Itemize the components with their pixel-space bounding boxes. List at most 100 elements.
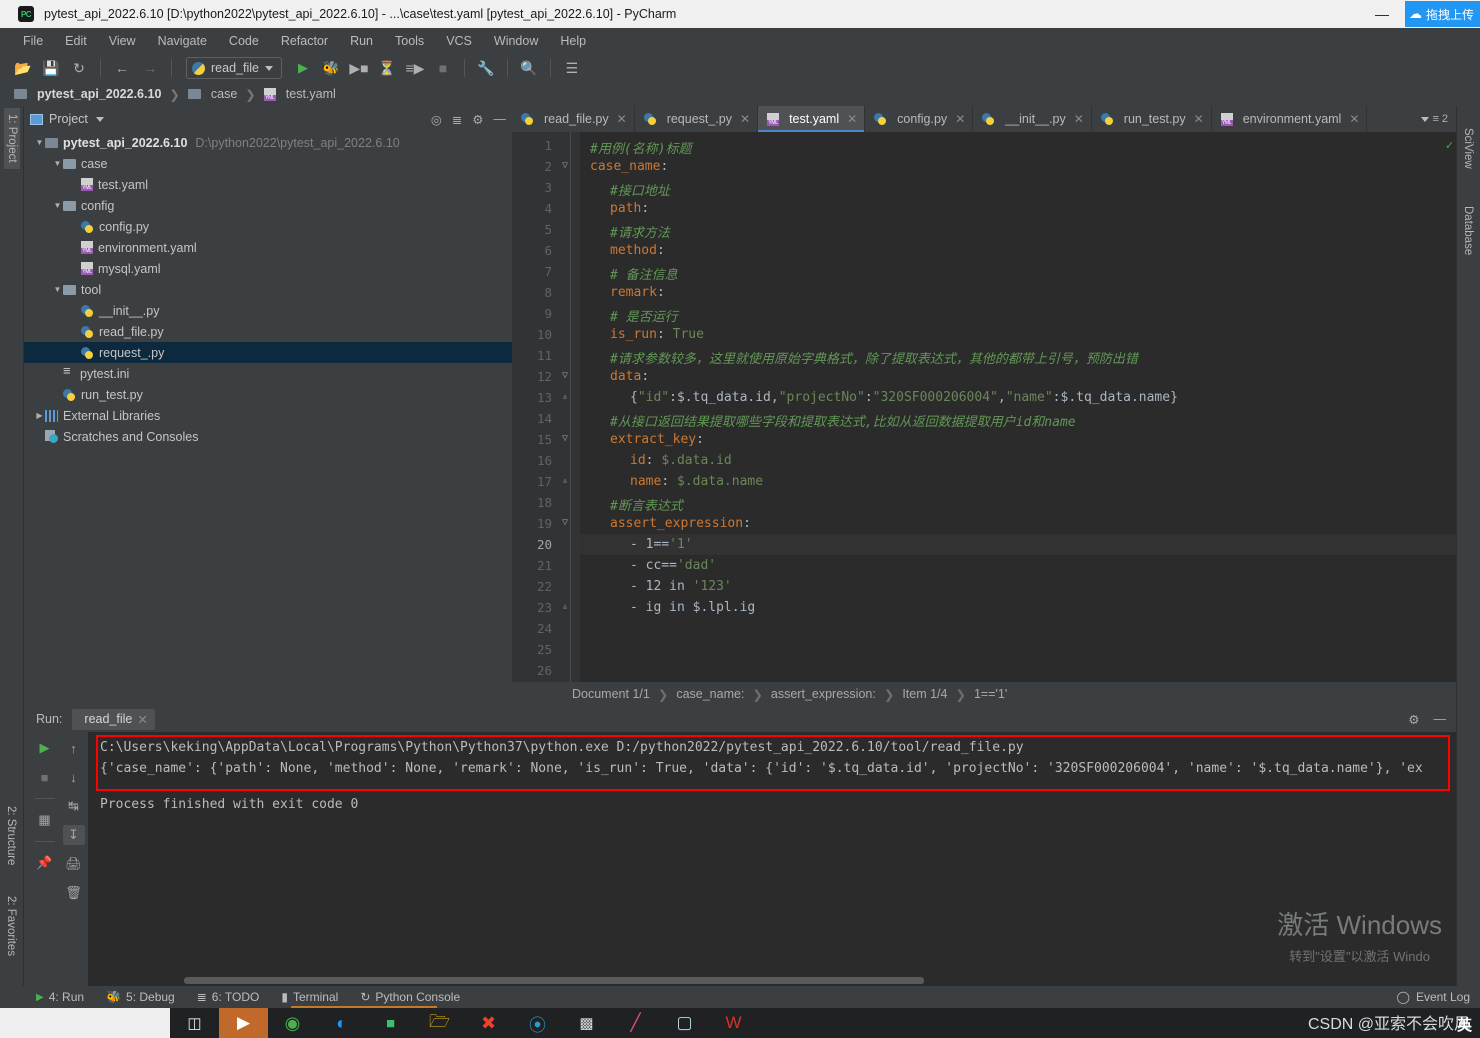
status-debug[interactable]: 🐝 5: Debug	[106, 990, 175, 1004]
close-icon[interactable]: ✕	[740, 112, 750, 126]
run-console[interactable]: C:\Users\keking\AppData\Local\Programs\P…	[88, 732, 1456, 986]
editor-tab--init-py[interactable]: __init__.py ✕	[973, 106, 1092, 132]
collapse-all-icon[interactable]: ≣	[452, 112, 462, 127]
crumb-document[interactable]: Document 1/1	[572, 687, 650, 701]
navicat-icon[interactable]: ⦿	[513, 1008, 562, 1038]
status-todo[interactable]: ≣ 6: TODO	[197, 990, 260, 1004]
crumb-case-name[interactable]: case_name:	[676, 687, 744, 701]
menu-navigate[interactable]: Navigate	[147, 31, 218, 51]
tree-expand-arrow[interactable]: ▼	[52, 201, 63, 210]
soft-wrap-icon[interactable]: ↹	[63, 796, 85, 816]
editor-tab-config-py[interactable]: config.py ✕	[865, 106, 974, 132]
status-python-console[interactable]: ↻ Python Console	[360, 990, 460, 1004]
run-with-icon[interactable]: ≡▶	[402, 57, 428, 79]
bilibili-icon[interactable]: ▶	[219, 1008, 268, 1038]
menu-file[interactable]: File	[12, 31, 54, 51]
tree-item-run-test-py[interactable]: ▼run_test.py	[24, 384, 512, 405]
up-arrow-icon[interactable]: ↑	[63, 738, 85, 758]
tree-expand-arrow[interactable]: ▼	[52, 159, 63, 168]
hide-icon[interactable]: —	[1434, 712, 1447, 727]
gear-icon[interactable]: ⚙	[472, 112, 483, 127]
breadcrumb-file[interactable]: test.yaml	[286, 87, 336, 101]
structure-icon[interactable]: ☰	[559, 57, 585, 79]
close-icon[interactable]: ✕	[847, 112, 857, 126]
fold-marker[interactable]: ▽	[562, 433, 568, 444]
menu-run[interactable]: Run	[339, 31, 384, 51]
fold-marker[interactable]: ▽	[562, 370, 568, 381]
scroll-to-end-icon[interactable]: ↧	[62, 825, 85, 845]
sidebar-item-favorites[interactable]: 2: Favorites	[5, 896, 17, 956]
menu-vcs[interactable]: VCS	[435, 31, 483, 51]
code-lines[interactable]: #用例(名称)标题 case_name: #接口地址 path: #请求方法 method…	[580, 132, 1456, 682]
rerun-icon[interactable]: ▶	[34, 738, 56, 758]
tree-item-config-py[interactable]: ▼config.py	[24, 216, 512, 237]
run-icon[interactable]: ▶	[290, 57, 316, 79]
back-icon[interactable]: ←	[109, 57, 135, 79]
tree-item-tool[interactable]: ▼ tool	[24, 279, 512, 300]
close-icon[interactable]: ✕	[955, 112, 965, 126]
tree-item--init-py[interactable]: ▼__init__.py	[24, 300, 512, 321]
run-configuration-selector[interactable]: read_file	[186, 57, 282, 79]
sidebar-item-database[interactable]: Database	[1462, 206, 1474, 255]
open-icon[interactable]: 📂	[10, 57, 36, 79]
tree-item-case[interactable]: ▼ case	[24, 153, 512, 174]
fold-marker[interactable]: ▵	[562, 601, 568, 612]
sidebar-item-project[interactable]: 1: Project	[4, 108, 20, 169]
run-tab-read-file[interactable]: read_file ✕	[72, 708, 155, 730]
tree-item-request-py[interactable]: ▼request_.py	[24, 342, 512, 363]
explorer-icon[interactable]: 🗁	[415, 1008, 464, 1038]
status-run[interactable]: ▶ 4: Run	[36, 990, 84, 1004]
tree-item-test-yaml[interactable]: ▼YMLtest.yaml	[24, 174, 512, 195]
editor-tab-test-yaml[interactable]: YML test.yaml ✕	[758, 106, 866, 132]
tree-item-environment-yaml[interactable]: ▼YMLenvironment.yaml	[24, 237, 512, 258]
debug-icon[interactable]: 🐝	[318, 57, 344, 79]
trash-icon[interactable]: 🗑	[63, 883, 85, 903]
tree-item-mysql-yaml[interactable]: ▼YMLmysql.yaml	[24, 258, 512, 279]
fold-marker[interactable]: ▵	[562, 391, 568, 402]
minimize-button[interactable]: —	[1359, 0, 1405, 28]
tree-item-pytest-api-2022-6-10[interactable]: ▼ pytest_api_2022.6.10 D:\python2022\pytes…	[24, 132, 512, 153]
notes-icon[interactable]: ▢	[660, 1008, 709, 1038]
locate-icon[interactable]: ◎	[431, 112, 442, 127]
close-icon[interactable]: ✕	[1074, 112, 1084, 126]
close-icon[interactable]: ✕	[617, 112, 627, 126]
project-tree[interactable]: ▼ pytest_api_2022.6.10 D:\python2022\pytes…	[24, 132, 512, 680]
crumb-item[interactable]: Item 1/4	[902, 687, 947, 701]
editor-tab-request-py[interactable]: request_.py ✕	[635, 106, 759, 132]
tree-item-config[interactable]: ▼ config	[24, 195, 512, 216]
pycharm-icon[interactable]: ■	[366, 1008, 415, 1038]
close-icon[interactable]: ✕	[1194, 112, 1204, 126]
menu-window[interactable]: Window	[483, 31, 549, 51]
pen-icon[interactable]: ╱	[611, 1008, 660, 1038]
xmind-icon[interactable]: ✖	[464, 1008, 513, 1038]
settings-wrench-icon[interactable]: 🔧	[473, 57, 499, 79]
menu-help[interactable]: Help	[549, 31, 597, 51]
tab-overflow[interactable]: ≡ 2	[1421, 106, 1456, 132]
fold-marker[interactable]: ▵	[562, 475, 568, 486]
profile-icon[interactable]: ⏳	[374, 57, 400, 79]
close-icon[interactable]: ✕	[137, 712, 147, 727]
edge-icon[interactable]: ◐	[317, 1008, 366, 1038]
editor-tab-bar[interactable]: read_file.py ✕ request_.py ✕ YML test.yaml ✕ co…	[512, 106, 1456, 132]
code-editor[interactable]: 1 2 3 4 5 6 7 8 9 10 11 12 13 14 15 16 17 18 19 20 21 22 23 24 2…	[512, 132, 1456, 682]
save-icon[interactable]: 💾	[38, 57, 64, 79]
menu-tools[interactable]: Tools	[384, 31, 435, 51]
close-icon[interactable]: ✕	[1349, 112, 1359, 126]
tree-item-scratches-and-consoles[interactable]: ▼Scratches and Consoles	[24, 426, 512, 447]
menu-code[interactable]: Code	[218, 31, 270, 51]
editor-tab-run-test-py[interactable]: run_test.py ✕	[1092, 106, 1212, 132]
menu-view[interactable]: View	[98, 31, 147, 51]
gear-icon[interactable]: ⚙	[1408, 712, 1419, 727]
tree-item-external-libraries[interactable]: ▶ External Libraries	[24, 405, 512, 426]
sidebar-item-structure[interactable]: 2: Structure	[5, 806, 17, 865]
breadcrumb-folder[interactable]: case	[211, 87, 237, 101]
forward-icon[interactable]: →	[137, 57, 163, 79]
coverage-icon[interactable]: ▶■	[346, 57, 372, 79]
chevron-down-icon[interactable]	[95, 116, 104, 122]
crumb-value[interactable]: 1=='1'	[974, 687, 1007, 701]
editor-scrollbar[interactable]: ✓	[1444, 132, 1454, 682]
event-log-label[interactable]: Event Log	[1416, 990, 1470, 1004]
status-terminal[interactable]: ▮ Terminal	[281, 990, 338, 1004]
chrome-icon[interactable]: ◉	[268, 1008, 317, 1038]
editor-tab-environment-yaml[interactable]: YML environment.yaml ✕	[1212, 106, 1368, 132]
